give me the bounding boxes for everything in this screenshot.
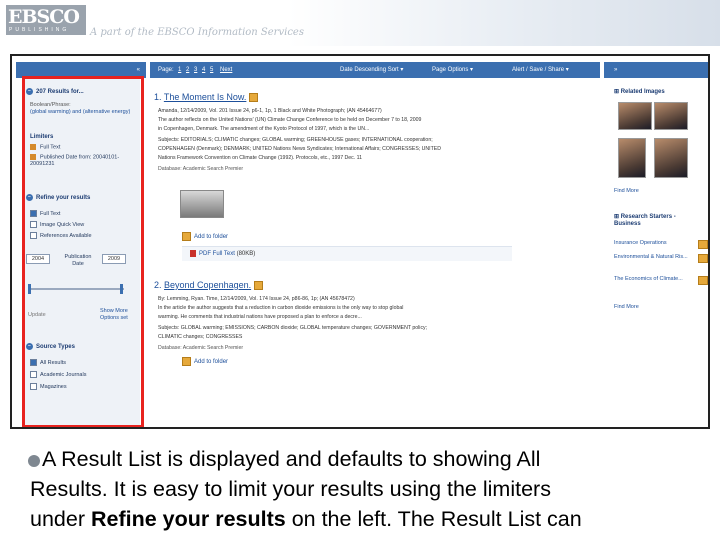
logo-subtext: PUBLISHING: [9, 27, 70, 33]
related-images-heading: ⊞ Related Images: [614, 89, 665, 95]
starter-icon: [698, 276, 708, 285]
result-list: 1. The Moment Is Now. Amanda, 12/14/2009…: [152, 84, 604, 427]
research-starters-label: Research Starters - Business: [614, 214, 676, 227]
starter-icon: [698, 240, 708, 249]
find-more-images-link[interactable]: Find More: [614, 188, 639, 194]
result-subjects: Subjects: GLOBAL warming; EMISSIONS; CAR…: [158, 325, 428, 331]
result-subjects: COPENHAGEN (Denmark); DENMARK; UNITED Na…: [158, 146, 441, 152]
result-database: Database: Academic Search Premier: [158, 345, 244, 351]
page-link-4[interactable]: 4: [202, 67, 205, 73]
expand-right-icon[interactable]: »: [614, 62, 617, 78]
starter-link-3[interactable]: The Economics of Climate...: [614, 276, 694, 283]
add-to-folder-label: Add to folder: [194, 234, 229, 241]
find-more-starters-link[interactable]: Find More: [614, 304, 639, 310]
research-starters-heading: ⊞ Research Starters - Business: [614, 214, 676, 227]
page-options-dropdown[interactable]: Page Options ▾: [432, 62, 473, 78]
result-list-screenshot: « Page: 1 2 3 4 5 Next Date Descending S…: [10, 54, 710, 429]
related-image-2[interactable]: [654, 102, 688, 130]
ebsco-logo: EBSCO PUBLISHING: [6, 5, 86, 35]
caption-line-1: A Result List is displayed and defaults …: [42, 447, 541, 471]
result-number: 2.: [154, 280, 162, 290]
caption-line-2: Results. It is easy to limit your result…: [30, 477, 551, 501]
add-to-folder-link[interactable]: Add to folder: [182, 357, 228, 366]
header-tagline: A part of the EBSCO Information Services: [90, 27, 304, 38]
pages-label: Page:: [158, 67, 174, 73]
next-page-link[interactable]: Next: [220, 67, 232, 73]
result-subjects: Nations Framework Convention on Climate …: [158, 155, 363, 161]
bullet-icon: [28, 455, 40, 467]
result-citation: Amanda, 12/14/2009, Vol. 201 Issue 24, p…: [158, 108, 382, 114]
result-subjects: CLIMATIC changes; CONGRESSES: [158, 334, 243, 340]
page-options-label: Page Options: [432, 67, 469, 73]
right-panel-toolbar: »: [604, 62, 708, 78]
related-image-1[interactable]: [618, 102, 652, 130]
result-title-link[interactable]: The Moment Is Now.: [164, 92, 247, 102]
preview-icon[interactable]: [249, 93, 259, 103]
pdf-icon: [190, 250, 196, 257]
folder-icon: [182, 357, 191, 366]
sort-label: Date Descending Sort: [340, 67, 399, 73]
caption-text: on the left. The Result List can: [285, 507, 582, 531]
result-database: Database: Academic Search Premier: [158, 166, 244, 172]
logo-text: EBSCO: [8, 6, 80, 28]
pdf-size: (80KB): [236, 251, 256, 258]
sidebar-highlight-box: [22, 76, 144, 427]
result-image-thumbnail[interactable]: [180, 190, 224, 218]
add-to-folder-link[interactable]: Add to folder: [182, 232, 228, 241]
pdf-label: PDF Full Text: [199, 251, 235, 258]
related-image-3[interactable]: [618, 138, 646, 178]
result-title-link[interactable]: Beyond Copenhagen.: [164, 280, 251, 290]
caption-emphasis: Refine your results: [90, 507, 286, 531]
result-abstract: warming. He comments that industrial nat…: [158, 314, 362, 320]
slide-header: EBSCO PUBLISHING A part of the EBSCO Inf…: [0, 0, 720, 46]
page-link-2[interactable]: 2: [186, 67, 189, 73]
caption-line-3: under Refine your results on the left. T…: [30, 504, 582, 534]
related-images-label: Related Images: [620, 89, 665, 95]
result-subjects: Subjects: EDITORIALS; CLIMATIC changes; …: [158, 137, 433, 143]
result-title-2[interactable]: 2. Beyond Copenhagen.: [154, 280, 264, 291]
pdf-full-text-link[interactable]: PDF Full Text (80KB): [190, 250, 255, 257]
add-to-folder-label: Add to folder: [194, 359, 229, 366]
folder-icon: [182, 232, 191, 241]
alert-save-share-label: Alert / Save / Share: [512, 67, 565, 73]
related-panel: ⊞ Related Images Find More ⊞ Research St…: [604, 78, 708, 427]
sort-dropdown[interactable]: Date Descending Sort ▾: [340, 62, 403, 78]
results-toolbar: Page: 1 2 3 4 5 Next Date Descending Sor…: [150, 62, 600, 78]
page-link-5[interactable]: 5: [210, 67, 213, 73]
related-image-4[interactable]: [654, 138, 688, 178]
page-link-3[interactable]: 3: [194, 67, 197, 73]
preview-icon[interactable]: [254, 281, 264, 291]
alert-save-share-dropdown[interactable]: Alert / Save / Share ▾: [512, 62, 569, 78]
starter-link-2[interactable]: Environmental & Natural Ris...: [614, 254, 694, 261]
result-abstract: in Copenhagen, Denmark. The amendment of…: [158, 126, 370, 132]
result-abstract: The author reflects on the United Nation…: [158, 117, 422, 123]
result-abstract: In the article the author suggests that …: [158, 305, 404, 311]
starter-link-1[interactable]: Insurance Operations: [614, 240, 667, 246]
caption-text: under: [30, 507, 91, 531]
page-link-1[interactable]: 1: [178, 67, 181, 73]
starter-icon: [698, 254, 708, 263]
result-citation: By: Lemming, Ryan. Time, 12/14/2009, Vol…: [158, 296, 355, 302]
result-number: 1.: [154, 92, 162, 102]
result-title-1[interactable]: 1. The Moment Is Now.: [154, 92, 259, 103]
